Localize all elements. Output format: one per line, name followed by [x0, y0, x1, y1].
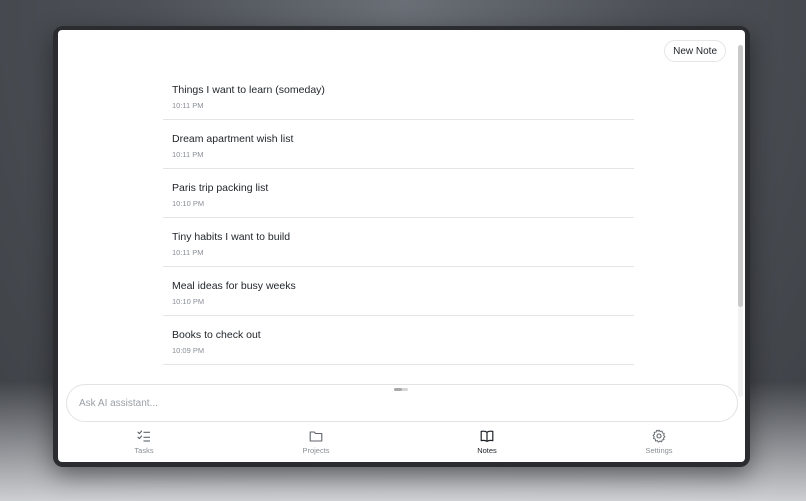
note-time: 10:10 PM [172, 199, 205, 208]
drag-handle[interactable] [394, 388, 408, 391]
note-title: Books to check out [172, 329, 261, 341]
gear-icon [652, 429, 666, 443]
note-time: 10:11 PM [172, 248, 204, 257]
bottom-tab-bar: Tasks Projects Notes Settings [58, 426, 745, 462]
note-item[interactable]: Tiny habits I want to build 10:11 PM [163, 218, 634, 267]
note-item[interactable]: Books to check out 10:09 PM [163, 316, 634, 365]
note-time: 10:09 PM [172, 346, 205, 355]
notes-list: Things I want to learn (someday) 10:11 P… [163, 71, 634, 365]
tab-label: Tasks [134, 446, 154, 455]
checklist-icon [137, 430, 150, 442]
app-window: New Note Things I want to learn (someday… [58, 30, 745, 462]
new-note-button[interactable]: New Note [664, 40, 726, 62]
note-title: Paris trip packing list [172, 182, 269, 194]
note-item[interactable]: Dream apartment wish list 10:11 PM [163, 120, 634, 169]
note-item[interactable]: Paris trip packing list 10:10 PM [163, 169, 634, 218]
folder-icon [309, 431, 323, 442]
tab-settings[interactable]: Settings [619, 426, 699, 462]
scrollbar[interactable] [738, 45, 743, 397]
note-time: 10:11 PM [172, 150, 204, 159]
tab-label: Settings [645, 446, 673, 455]
tab-label: Projects [302, 446, 330, 455]
note-item[interactable]: Meal ideas for busy weeks 10:10 PM [163, 267, 634, 316]
tab-notes[interactable]: Notes [447, 426, 527, 462]
note-title: Things I want to learn (someday) [172, 84, 325, 96]
note-time: 10:11 PM [172, 101, 204, 110]
note-item[interactable]: Things I want to learn (someday) 10:11 P… [163, 71, 634, 120]
book-icon [480, 430, 494, 442]
tab-projects[interactable]: Projects [276, 426, 356, 462]
note-title: Dream apartment wish list [172, 133, 294, 145]
tab-tasks[interactable]: Tasks [104, 426, 184, 462]
note-time: 10:10 PM [172, 297, 205, 306]
scrollbar-thumb[interactable] [738, 45, 743, 307]
tab-label: Notes [477, 446, 497, 455]
note-title: Meal ideas for busy weeks [172, 280, 296, 292]
note-title: Tiny habits I want to build [172, 231, 291, 243]
